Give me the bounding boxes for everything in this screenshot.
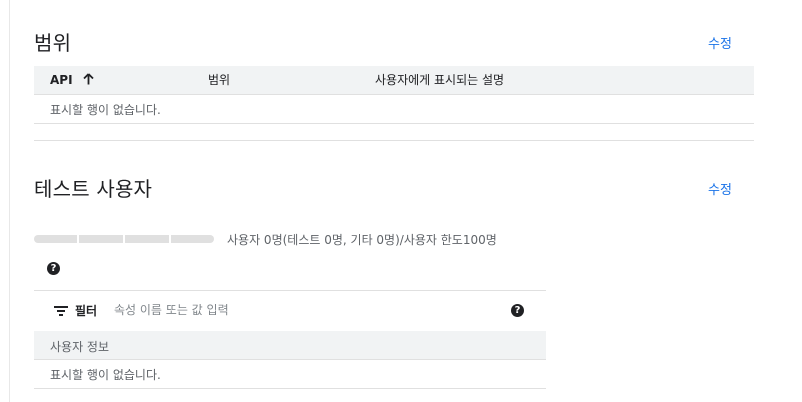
arrow-up-icon[interactable] <box>83 73 94 85</box>
scopes-edit-link[interactable]: 수정 <box>708 33 732 52</box>
quota-bar-segment <box>34 235 77 243</box>
quota-bar-segment <box>125 235 169 243</box>
user-quota-bar <box>34 235 214 243</box>
quota-bar-segment <box>79 235 123 243</box>
filter-help-icon[interactable]: ? <box>511 304 524 317</box>
filter-label: 필터 <box>75 304 98 318</box>
section-divider <box>34 140 754 141</box>
users-empty-row: 표시할 행이 없습니다. <box>34 360 546 389</box>
scopes-table-header: API 범위 사용자에게 표시되는 설명 <box>34 66 754 95</box>
column-api-label: API <box>50 73 73 87</box>
test-users-title: 테스트 사용자 <box>34 177 153 201</box>
filter-input[interactable] <box>114 299 494 321</box>
column-user-facing-description[interactable]: 사용자에게 표시되는 설명 <box>375 66 504 94</box>
user-quota-text: 사용자 0명(테스트 0명, 기타 0명)/사용자 한도100명 <box>227 233 497 247</box>
test-users-edit-link[interactable]: 수정 <box>708 179 732 198</box>
scopes-empty-text: 표시할 행이 없습니다. <box>50 103 161 117</box>
users-table-header: 사용자 정보 <box>34 331 546 360</box>
column-scope[interactable]: 범위 <box>208 66 230 94</box>
users-empty-text: 표시할 행이 없습니다. <box>50 368 161 382</box>
filter-icon[interactable] <box>54 305 68 317</box>
left-border <box>9 0 10 402</box>
scopes-empty-row: 표시할 행이 없습니다. <box>34 95 754 124</box>
quota-bar-segment <box>171 235 214 243</box>
scopes-title: 범위 <box>34 31 72 55</box>
column-user-info[interactable]: 사용자 정보 <box>50 338 109 355</box>
filter-bar: 필터 ? <box>34 290 546 332</box>
column-api[interactable]: API <box>50 66 94 94</box>
help-icon[interactable]: ? <box>47 262 60 275</box>
